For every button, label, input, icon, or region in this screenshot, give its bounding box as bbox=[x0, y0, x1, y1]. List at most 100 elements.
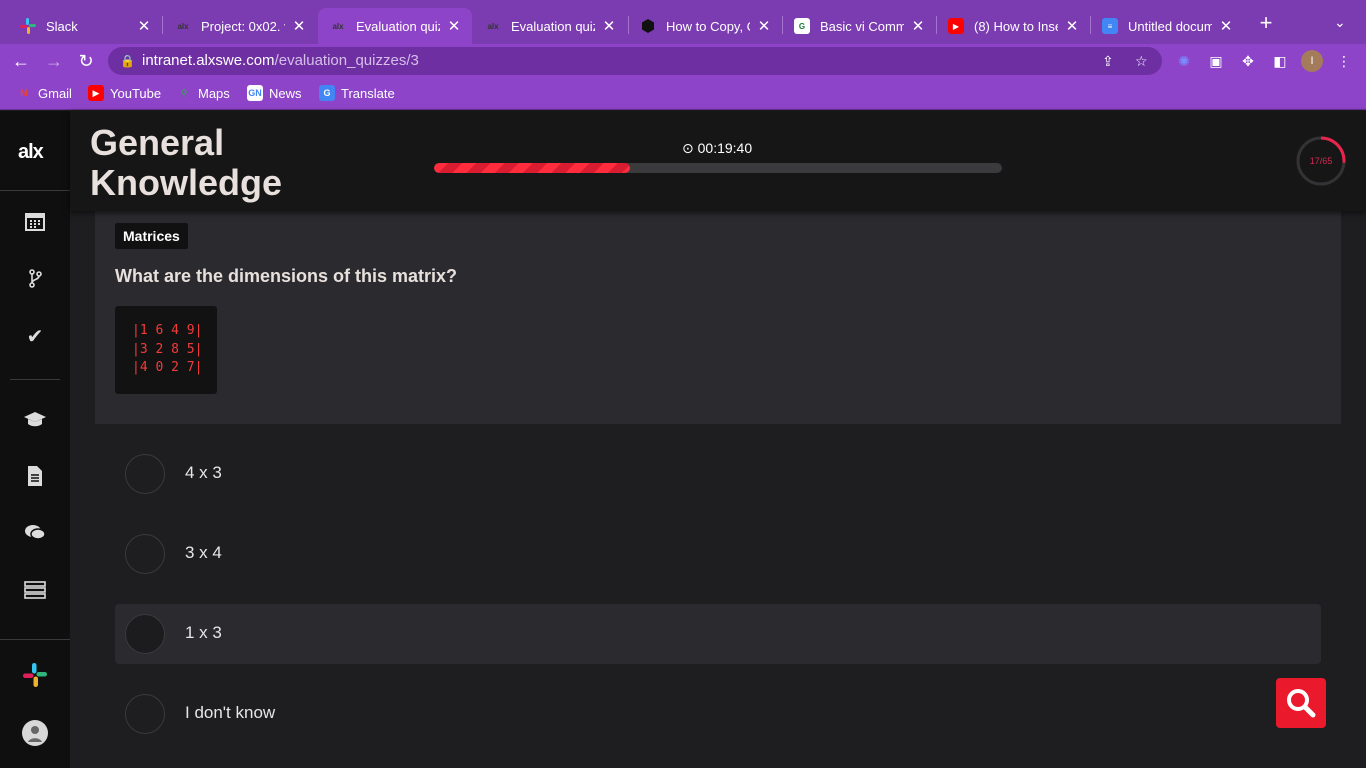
clock-icon: ⊙ bbox=[682, 140, 694, 156]
browser-tab[interactable]: alx Evaluation quizzes ✕ bbox=[473, 8, 627, 44]
youtube-icon: ▶ bbox=[948, 18, 964, 34]
forward-arrow-icon[interactable]: → bbox=[43, 50, 65, 72]
answer-label: I don't know bbox=[185, 703, 276, 722]
question-card: Matrices What are the dimensions of this… bbox=[95, 211, 1341, 424]
maps-icon: ⚲ bbox=[180, 87, 188, 98]
close-icon[interactable]: ✕ bbox=[291, 17, 307, 35]
star-icon[interactable]: ☆ bbox=[1135, 47, 1148, 75]
bookmark-label: News bbox=[269, 85, 302, 101]
chat-bubbles-icon[interactable] bbox=[22, 522, 48, 548]
app-sidebar: alx ✔ bbox=[0, 111, 70, 768]
slack-icon[interactable] bbox=[22, 663, 48, 689]
google-docs-icon: ≡ bbox=[1102, 18, 1118, 34]
bookmarks-bar: M Gmail ▶ YouTube ⚲ Maps GN News G Trans… bbox=[0, 78, 1366, 110]
quiz-header: General Knowledge ⊙ 00:19:40 17/65 bbox=[70, 111, 1366, 211]
tab-title: Slack bbox=[46, 18, 78, 34]
close-icon[interactable]: ✕ bbox=[1064, 17, 1080, 35]
bookmark-news[interactable]: GN News bbox=[247, 85, 302, 101]
browser-tab[interactable]: alx Project: 0x02. vi ✕ bbox=[163, 8, 317, 44]
matrix-code-block: |1 6 4 9| |3 2 8 5| |4 0 2 7| bbox=[115, 306, 217, 394]
answer-option[interactable]: 4 x 3 bbox=[115, 444, 1321, 504]
bookmark-maps[interactable]: ⚲ Maps bbox=[176, 85, 230, 101]
bookmark-label: Maps bbox=[198, 85, 230, 101]
close-icon[interactable]: ✕ bbox=[136, 17, 152, 35]
browser-tab[interactable]: ▶ (8) How to Insert ✕ bbox=[936, 8, 1090, 44]
document-icon[interactable] bbox=[22, 465, 48, 491]
alx-icon: alx bbox=[332, 21, 344, 31]
new-tab-icon[interactable]: + bbox=[1255, 12, 1277, 34]
bookmark-youtube[interactable]: ▶ YouTube bbox=[88, 85, 161, 101]
side-panel-icon[interactable]: ◧ bbox=[1270, 51, 1290, 71]
bookmark-gmail[interactable]: M Gmail bbox=[16, 85, 72, 101]
question-text: What are the dimensions of this matrix? bbox=[115, 266, 458, 286]
gmail-icon: M bbox=[20, 88, 28, 98]
youtube-icon: ▶ bbox=[88, 85, 104, 101]
answer-option[interactable]: I don't know bbox=[115, 684, 1321, 744]
reload-icon[interactable]: ↻ bbox=[75, 50, 97, 72]
browser-tab[interactable]: Slack ✕ bbox=[8, 8, 162, 44]
timer-value: 00:19:40 bbox=[697, 140, 753, 156]
lock-icon: 🔒 bbox=[120, 54, 135, 68]
tab-title: Untitled document bbox=[1128, 18, 1212, 34]
tab-title: (8) How to Insert bbox=[974, 18, 1058, 34]
answer-radio[interactable] bbox=[125, 454, 165, 494]
quiz-title: General Knowledge bbox=[90, 122, 283, 203]
extension-sparkle-icon[interactable]: ✺ bbox=[1174, 51, 1194, 71]
tab-title: Evaluation quizzes bbox=[356, 18, 440, 34]
search-button[interactable] bbox=[1276, 678, 1326, 728]
graduation-cap-icon[interactable] bbox=[22, 408, 48, 434]
answer-radio[interactable] bbox=[125, 534, 165, 574]
bookmark-label: Translate bbox=[341, 85, 395, 101]
doc-icon: G bbox=[794, 18, 810, 34]
more-menu-icon[interactable]: ⋮ bbox=[1334, 51, 1354, 71]
puzzle-icon[interactable]: ✥ bbox=[1238, 51, 1258, 71]
browser-tab-bar: Slack ✕ alx Project: 0x02. vi ✕ alx Eval… bbox=[0, 0, 1366, 44]
tab-title: Evaluation quizzes bbox=[511, 18, 595, 34]
browser-tab-active[interactable]: alx Evaluation quizzes ✕ bbox=[318, 8, 472, 44]
close-icon[interactable]: ✕ bbox=[446, 17, 462, 35]
answer-radio[interactable] bbox=[125, 614, 165, 654]
profile-avatar[interactable]: I bbox=[1301, 50, 1323, 72]
browser-tab[interactable]: ≡ Untitled document ✕ bbox=[1090, 8, 1244, 44]
news-icon: GN bbox=[247, 85, 263, 101]
user-avatar[interactable] bbox=[22, 720, 48, 746]
answer-label: 4 x 3 bbox=[185, 463, 222, 482]
topic-tag: Matrices bbox=[115, 223, 188, 249]
tab-title: Project: 0x02. vi bbox=[201, 18, 285, 34]
close-icon[interactable]: ✕ bbox=[910, 17, 926, 35]
slack-icon bbox=[20, 18, 36, 34]
back-arrow-icon[interactable]: ← bbox=[10, 50, 32, 72]
alx-icon: alx bbox=[487, 21, 499, 31]
alx-icon: alx bbox=[177, 21, 189, 31]
matrix-row: |3 2 8 5| bbox=[132, 341, 203, 357]
close-icon[interactable]: ✕ bbox=[1218, 17, 1234, 35]
git-branch-icon[interactable] bbox=[22, 267, 48, 293]
extension-icon[interactable]: ▣ bbox=[1206, 51, 1226, 71]
calendar-icon[interactable] bbox=[22, 210, 48, 236]
server-list-icon[interactable] bbox=[22, 579, 48, 605]
answer-radio[interactable] bbox=[125, 694, 165, 734]
quiz-main: Matrices What are the dimensions of this… bbox=[75, 211, 1366, 768]
share-icon[interactable]: ⇪ bbox=[1102, 47, 1114, 75]
close-icon[interactable]: ✕ bbox=[601, 17, 617, 35]
answer-option[interactable]: 1 x 3 bbox=[115, 604, 1321, 664]
browser-toolbar: ← → ↻ 🔒 intranet.alxswe.com/evaluation_q… bbox=[0, 44, 1366, 78]
browser-tab[interactable]: G Basic vi Commands ✕ bbox=[782, 8, 936, 44]
search-icon bbox=[1287, 689, 1316, 718]
answer-option[interactable]: 3 x 4 bbox=[115, 524, 1321, 584]
progress-fill bbox=[434, 163, 630, 173]
matrix-row: |4 0 2 7| bbox=[132, 360, 203, 375]
alx-logo[interactable]: alx bbox=[18, 141, 44, 164]
tab-search-chevron-icon[interactable]: ⌄ bbox=[1334, 14, 1346, 31]
checkmark-icon[interactable]: ✔ bbox=[22, 324, 48, 350]
timer: ⊙ 00:19:40 bbox=[682, 140, 752, 157]
quiz-progress-bar bbox=[434, 163, 1002, 173]
question-counter: 17/65 bbox=[1309, 156, 1333, 166]
hexagon-icon bbox=[640, 18, 656, 34]
close-icon[interactable]: ✕ bbox=[756, 17, 772, 35]
answer-label: 3 x 4 bbox=[185, 543, 222, 562]
matrix-row: |1 6 4 9| bbox=[132, 323, 203, 338]
browser-tab[interactable]: How to Copy, Cut ✕ bbox=[628, 8, 782, 44]
bookmark-translate[interactable]: G Translate bbox=[319, 85, 395, 101]
address-bar[interactable]: 🔒 intranet.alxswe.com/evaluation_quizzes… bbox=[108, 47, 1162, 75]
